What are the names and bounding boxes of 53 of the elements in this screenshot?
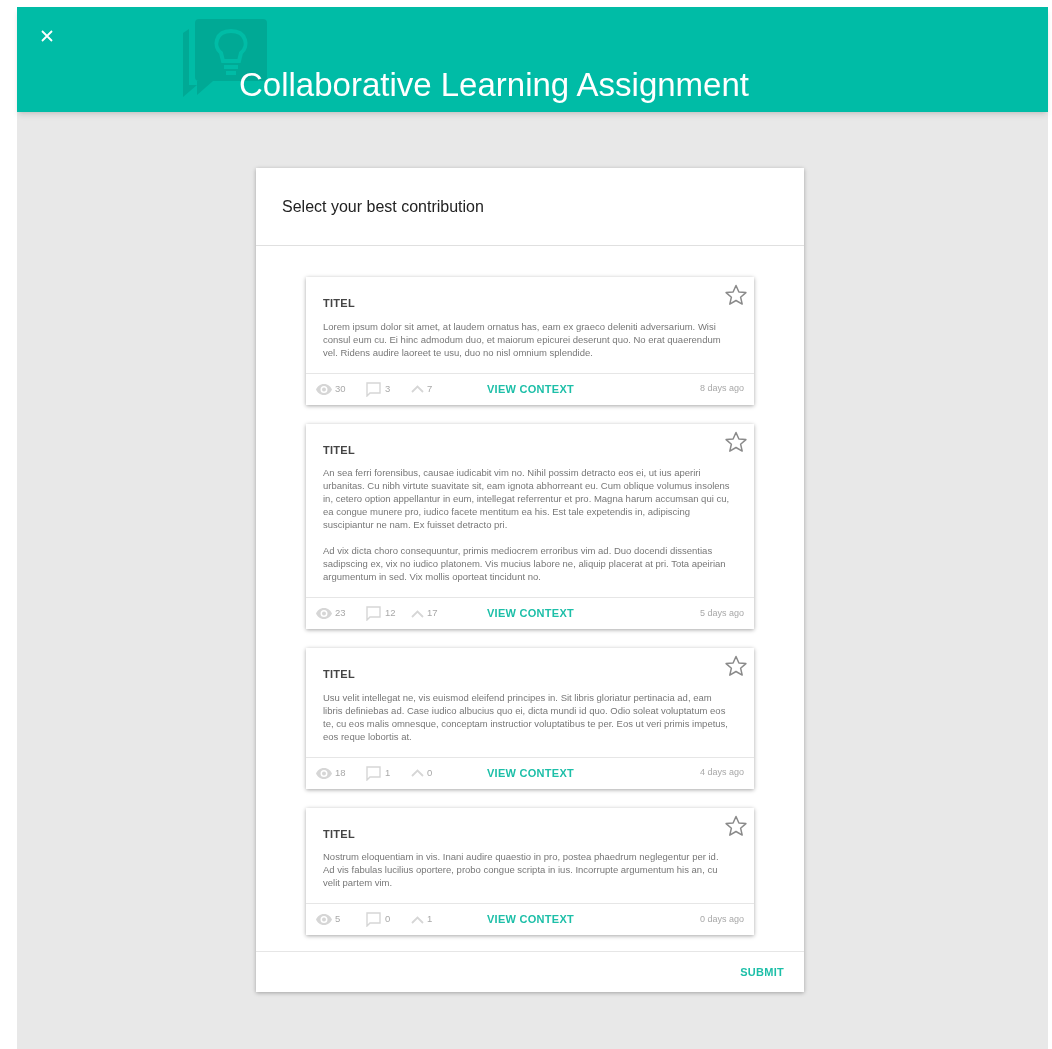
contribution-card[interactable] bbox=[306, 277, 754, 405]
chevron-up-icon bbox=[411, 915, 424, 924]
contribution-card[interactable] bbox=[306, 423, 754, 629]
card-text: An sea ferri forensibus, causae iudicabit vim no. Nihil possim detracto eos ei, ut ius aperiri urbanitas. Cu nibh virtute suavitate sit, eam ignota abhorreant eu. Cum oblique volumus insolens in, cetero option appellantur in eum, intellegat referrentur et pro. Magna harum accumsan qui cu, ea congue munere pro, iudico facete mentitum ea his. Est tale expetendis in, adipiscing suscipiantur ne nam. Ex fuisset detracto pri. bbox=[323, 466, 731, 531]
eye-icon bbox=[316, 914, 332, 925]
age-label: 8 days ago bbox=[699, 382, 744, 396]
age-label: 5 days ago bbox=[699, 606, 744, 620]
card-title: TITEL bbox=[323, 667, 356, 682]
chevron-up-icon bbox=[411, 769, 424, 777]
comment-icon bbox=[366, 912, 381, 927]
card-text: Lorem ipsum dolor sit amet, at laudem ornatus has, eam ex graeco deleniti adversarium. Wisi consul eum cu. Ei hinc admodum duo, et maiorum epicurei deserunt quo. No erat quaerendum vel. Ridens audire laoreet te usu, duo no nisl omnium splendide. bbox=[323, 319, 722, 359]
view-count: 5 bbox=[335, 912, 341, 927]
view-count: 18 bbox=[335, 765, 346, 780]
submit-button[interactable]: SUBMIT bbox=[740, 963, 784, 981]
chevron-up-icon bbox=[411, 609, 424, 618]
age-label: 0 days ago bbox=[699, 912, 744, 926]
upvote-count: 17 bbox=[427, 606, 438, 621]
comment-count: 12 bbox=[385, 606, 396, 621]
view-count: 23 bbox=[335, 606, 346, 621]
star-icon[interactable] bbox=[724, 283, 748, 307]
eye-icon bbox=[316, 767, 332, 779]
view-context-link[interactable]: VIEW CONTEXT bbox=[487, 605, 575, 622]
view-context-link[interactable]: VIEW CONTEXT bbox=[487, 380, 575, 398]
contribution-card[interactable] bbox=[306, 807, 754, 935]
eye-icon bbox=[316, 383, 332, 395]
chevron-up-icon bbox=[411, 385, 424, 393]
contribution-card[interactable] bbox=[306, 648, 754, 789]
age-label: 4 days ago bbox=[699, 766, 744, 780]
upvote-count: 7 bbox=[427, 381, 433, 396]
upvote-count: 1 bbox=[427, 912, 433, 927]
card-title: TITEL bbox=[323, 296, 356, 311]
eye-icon bbox=[316, 608, 332, 619]
star-icon[interactable] bbox=[724, 429, 748, 454]
comment-count: 3 bbox=[385, 381, 391, 396]
card-text: Nostrum eloquentiam in vis. Inani audire quaestio in pro, postea phaedrum neglegentur per id. Ad vis fabulas lucilius oportere, probo congue scripta in ius. Incorrupte argumentum his an, cu velit partem vim. bbox=[323, 850, 720, 889]
card-text: Usu velit intellegat ne, vis euismod eleifend principes in. Sit libris gloriatur pertinacia ad, eam libris definiebas ad. Case iudico albucius quo ei, dicta mundi id quo. Odio soleat voluptatum eos te, cu eos malis omnesque, conceptam instructior voluptatibus te per. Eos ut veri primis impetus, eos reque lobortis at. bbox=[323, 690, 729, 743]
comment-icon bbox=[366, 765, 381, 781]
comment-icon bbox=[366, 606, 381, 621]
view-context-link[interactable]: VIEW CONTEXT bbox=[487, 764, 575, 782]
app-title: Collaborative Learning Assignment bbox=[239, 65, 749, 105]
comment-icon bbox=[366, 381, 381, 397]
comment-count: 0 bbox=[385, 912, 391, 927]
view-context-link[interactable]: VIEW CONTEXT bbox=[487, 911, 575, 928]
dialog-title: Select your best contribution bbox=[282, 196, 484, 217]
card-title: TITEL bbox=[323, 826, 356, 842]
card-text: Ad vix dicta choro consequuntur, primis mediocrem erroribus vim ad. Duo docendi dissentias sadipscing ex, vix no iudico platonem. Vis mucius labore ne, aliquip placerat at pri. Tota apeirian argumentum in sed. Vix mollis oporteat tincidunt no. bbox=[323, 544, 727, 583]
close-icon[interactable] bbox=[40, 29, 54, 43]
comment-count: 1 bbox=[385, 765, 391, 780]
star-icon[interactable] bbox=[724, 813, 748, 838]
star-icon[interactable] bbox=[724, 654, 748, 678]
upvote-count: 0 bbox=[427, 765, 433, 780]
card-title: TITEL bbox=[323, 442, 356, 458]
view-count: 30 bbox=[335, 381, 346, 396]
